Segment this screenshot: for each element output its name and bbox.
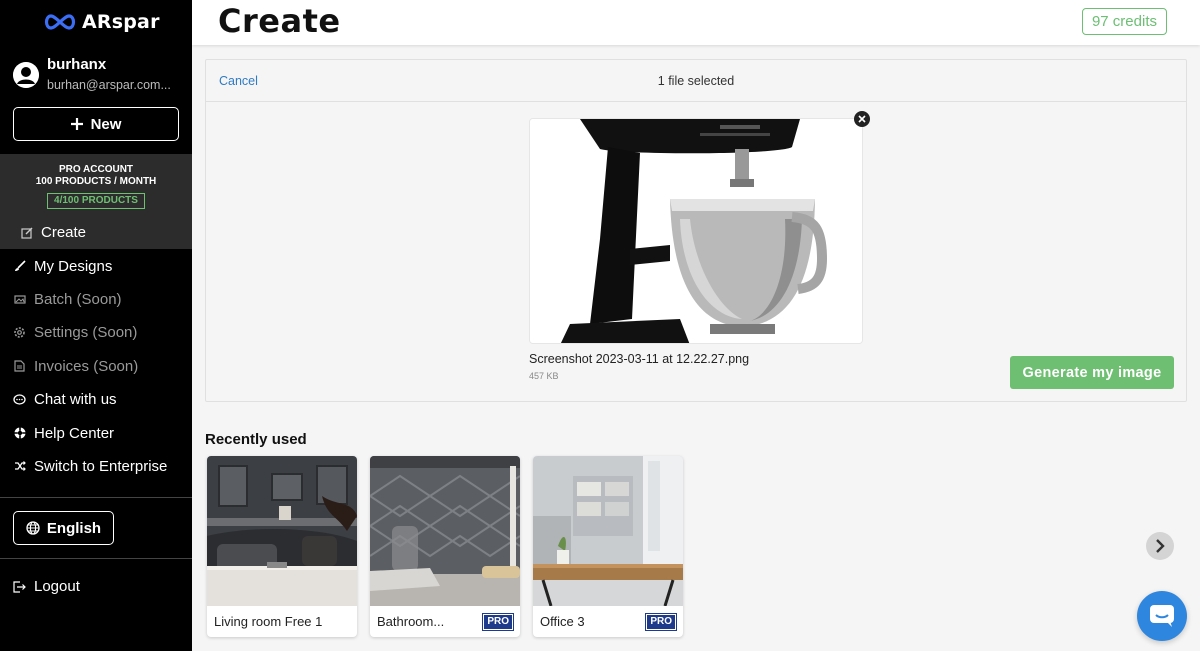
new-button-label: New — [90, 115, 122, 133]
sidebar-item-label: Help Center — [34, 424, 115, 442]
sidebar-item-label: Invoices (Soon) — [34, 357, 139, 375]
plus-icon — [70, 118, 83, 130]
chat-icon — [1150, 605, 1174, 627]
globe-icon — [26, 521, 40, 535]
file-size: 457 KB — [529, 371, 559, 381]
pro-badge: PRO — [482, 613, 514, 631]
logout-label: Logout — [34, 578, 80, 595]
sidebar-item-settings[interactable]: Settings (Soon) — [0, 316, 192, 349]
plan-type: PRO ACCOUNT — [58, 164, 134, 175]
sidebar-nav: Create My Designs Batch (Soon) Settings … — [0, 216, 192, 483]
uploaded-image-preview — [529, 118, 863, 344]
sidebar-item-my-designs[interactable]: My Designs — [0, 249, 192, 282]
logout-button[interactable]: Logout — [13, 578, 80, 595]
template-card-living-room[interactable]: Living room Free 1 — [207, 456, 357, 637]
plan-quota: 100 PRODUCTS / MONTH — [35, 176, 157, 187]
chevron-right-icon — [1156, 539, 1165, 553]
language-selector[interactable]: English — [13, 511, 114, 545]
file-count-status: 1 file selected — [657, 74, 735, 88]
sidebar-item-label: Settings (Soon) — [34, 324, 138, 342]
pro-badge: PRO — [645, 613, 677, 631]
gear-icon — [13, 326, 26, 339]
sidebar-item-help[interactable]: Help Center — [0, 416, 192, 449]
sidebar-divider — [0, 497, 192, 498]
plan-panel: PRO ACCOUNT 100 PRODUCTS / MONTH 4/100 P… — [0, 154, 192, 216]
chat-widget-button[interactable] — [1137, 591, 1187, 641]
new-button[interactable]: New — [13, 107, 179, 141]
remove-file-button[interactable] — [854, 111, 870, 127]
plan-usage-badge: 4/100 PRODUCTS — [47, 193, 145, 209]
sidebar-divider — [0, 558, 192, 559]
sidebar: ARspar burhanx burhan@arspar.com... New … — [0, 0, 192, 651]
file-name: Screenshot 2023-03-11 at 12.22.27.png — [529, 352, 750, 366]
template-card-office[interactable]: Office 3 PRO — [533, 456, 683, 637]
lifebuoy-icon — [13, 427, 26, 440]
upload-panel: 1 file selected Cancel Screenshot 2023-0… — [205, 59, 1187, 402]
stand-mixer-image — [530, 119, 862, 343]
sidebar-item-create[interactable]: Create — [0, 216, 192, 250]
generate-image-button[interactable]: Generate my image — [1010, 356, 1174, 389]
sidebar-item-enterprise[interactable]: Switch to Enterprise — [0, 450, 192, 483]
infinity-logo-icon — [44, 14, 76, 30]
template-label: Bathroom... — [377, 614, 445, 629]
edit-icon — [20, 226, 33, 239]
shuffle-icon — [13, 460, 26, 473]
sidebar-item-label: Batch (Soon) — [34, 290, 122, 308]
avatar — [13, 62, 39, 88]
user-icon — [13, 62, 39, 88]
sidebar-item-chat[interactable]: Chat with us — [0, 383, 192, 416]
sidebar-item-label: Switch to Enterprise — [34, 457, 168, 475]
template-thumbnail — [533, 456, 683, 606]
brand-logo[interactable]: ARspar — [42, 10, 160, 34]
credits-badge[interactable]: 97 credits — [1081, 8, 1167, 35]
user-email: burhan@arspar.com... — [47, 78, 171, 92]
page-title: Create — [218, 2, 341, 40]
sidebar-item-label: My Designs — [34, 257, 113, 275]
sidebar-item-invoices[interactable]: Invoices (Soon) — [0, 350, 192, 383]
brand-name: ARspar — [82, 11, 160, 33]
user-name: burhanx — [47, 56, 107, 73]
template-label: Office 3 — [540, 614, 585, 629]
top-header: Create 97 credits — [192, 0, 1200, 45]
template-thumbnail — [207, 456, 357, 606]
close-icon — [858, 115, 866, 123]
sidebar-item-batch[interactable]: Batch (Soon) — [0, 283, 192, 316]
template-label: Living room Free 1 — [214, 614, 323, 629]
document-icon — [13, 360, 26, 373]
logout-icon — [13, 580, 26, 593]
template-thumbnail — [370, 456, 520, 606]
images-icon — [13, 293, 26, 306]
language-label: English — [46, 519, 102, 537]
upload-status-bar: 1 file selected Cancel — [206, 60, 1186, 102]
template-card-bathroom[interactable]: Bathroom... PRO — [370, 456, 520, 637]
recently-used-heading: Recently used — [205, 431, 307, 448]
sidebar-item-label: Create — [41, 224, 87, 242]
brush-icon — [13, 260, 26, 273]
user-profile[interactable]: burhanx burhan@arspar.com... — [13, 56, 188, 94]
sidebar-item-label: Chat with us — [34, 391, 117, 409]
chat-bubble-icon — [13, 393, 26, 406]
cancel-link[interactable]: Cancel — [219, 74, 258, 88]
carousel-next-button[interactable] — [1146, 532, 1174, 560]
